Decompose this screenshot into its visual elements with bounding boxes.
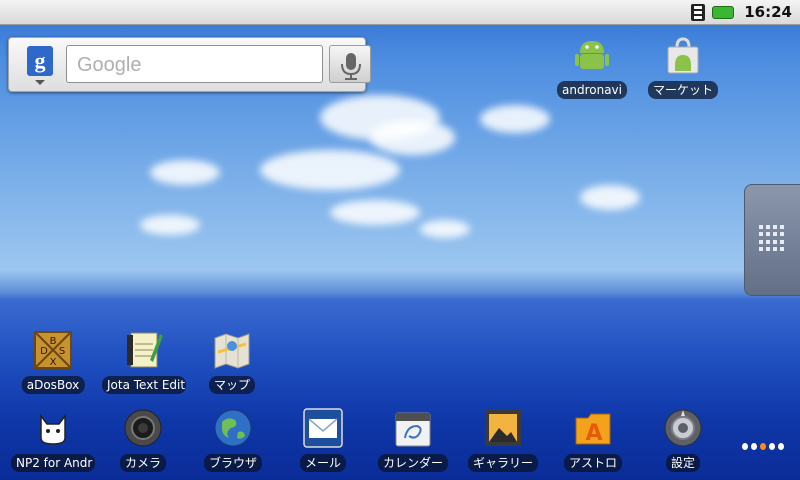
svg-text:B: B [50, 336, 57, 347]
browser-globe-icon [214, 409, 252, 447]
app-label: ギャラリー [467, 454, 539, 472]
app-label: NP2 for Andr [11, 454, 95, 472]
np2-cat-icon [40, 413, 66, 445]
calendar-icon [395, 412, 431, 447]
search-input[interactable]: Google [66, 45, 323, 83]
app-drawer-handle[interactable] [744, 184, 800, 296]
status-time: 16:24 [744, 3, 792, 21]
app-grid-icon [759, 225, 785, 251]
app-label: 設定 [665, 454, 701, 472]
page-dot [742, 443, 748, 450]
page-dot-active [760, 443, 766, 450]
app-label: ブラウザ [203, 454, 263, 472]
microphone-icon [341, 53, 361, 80]
dosbox-icon: B D S X [34, 331, 72, 369]
page-dot [769, 443, 775, 450]
page-indicator [742, 443, 784, 451]
voice-search-button[interactable] [329, 45, 371, 83]
app-label: Jota Text Edit [102, 376, 186, 394]
page-dot [778, 443, 784, 450]
gallery-icon [485, 410, 521, 446]
app-label: アストロ [563, 454, 623, 472]
app-label: メール [299, 454, 347, 472]
svg-text:S: S [59, 346, 65, 357]
battery-icon [712, 5, 735, 19]
app-label: マップ [208, 376, 256, 394]
camera-icon [124, 409, 162, 447]
svg-text:D: D [40, 346, 48, 357]
page-dot [751, 443, 757, 450]
dropdown-arrow-icon [35, 80, 45, 85]
wifi-signal-icon [691, 4, 706, 21]
google-g-icon: g [27, 46, 53, 76]
app-label: カレンダー [377, 454, 449, 472]
jota-notepad-icon [127, 332, 163, 368]
astro-folder-icon: A [575, 413, 611, 446]
maps-icon [214, 333, 250, 369]
status-bar: 16:24 [0, 0, 800, 25]
android-robot-icon [575, 41, 609, 69]
search-source-button[interactable]: g [19, 46, 59, 88]
market-bag-icon [667, 37, 699, 74]
app-label: andronavi [557, 81, 627, 99]
mail-icon [303, 408, 343, 448]
app-label: aDosBox [21, 376, 85, 394]
svg-text:A: A [585, 421, 602, 446]
google-search-widget: g Google [8, 37, 371, 92]
settings-icon [664, 409, 702, 447]
svg-text:X: X [50, 357, 57, 368]
app-label: マーケット [647, 81, 719, 99]
app-label: カメラ [119, 454, 167, 472]
